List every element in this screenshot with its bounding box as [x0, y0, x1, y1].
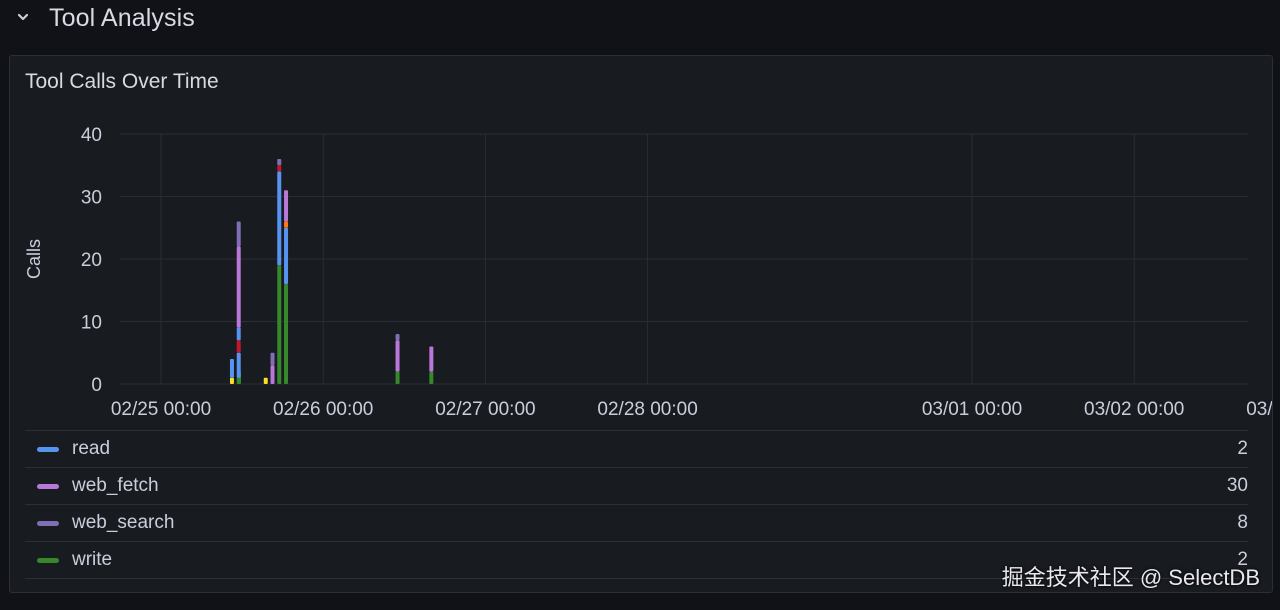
y-tick-label: 40 — [81, 125, 102, 146]
legend-item-read[interactable]: read 2 — [25, 430, 1248, 467]
bar-segment-web_search — [395, 334, 400, 341]
bar-segment-web_fetch — [395, 340, 400, 372]
row-header[interactable]: Tool Analysis — [0, 0, 1280, 38]
row-title: Tool Analysis — [49, 4, 195, 32]
bar-segment-web_fetch — [284, 190, 289, 222]
bar-segment-read — [284, 227, 289, 284]
bar-segment-write — [395, 371, 400, 384]
legend-series-value: 30 — [1226, 475, 1248, 496]
chevron-down-icon[interactable] — [14, 7, 32, 27]
x-tick-label: 03/03 00:00 — [1246, 399, 1272, 420]
bar-segment-web_search — [277, 159, 282, 166]
bar-segment-web_fetch — [236, 246, 241, 328]
legend-series-name: read — [72, 438, 111, 459]
bar-segment-other_yellow — [263, 377, 268, 384]
legend-swatch — [37, 483, 59, 489]
chart-panel: Tool Calls Over Time 0 10 20 30 40 02/25 00:0… — [9, 55, 1273, 593]
bar-segment-web_search — [270, 352, 275, 366]
y-axis-label: Calls — [24, 239, 44, 279]
bar-segment-web_search — [236, 221, 241, 247]
x-tick-label: 02/25 00:00 — [111, 399, 211, 420]
bar-segment-read — [277, 171, 282, 266]
bar-segment-read — [229, 359, 234, 378]
y-tick-label: 0 — [91, 375, 102, 396]
bar-segment-web_fetch — [429, 346, 434, 372]
legend-item-web-fetch[interactable]: web_fetch 30 — [25, 467, 1248, 504]
x-tick-label: 03/01 00:00 — [922, 399, 1022, 420]
bar-segment-write — [429, 371, 434, 384]
y-tick-label: 30 — [81, 188, 102, 209]
stacked-bar-chart: 0 10 20 30 40 02/25 00:00 02/26 00:00 02/27 00:… — [24, 125, 1272, 420]
legend-item-web-search[interactable]: web_search 8 — [25, 504, 1248, 541]
bar-segment-web_fetch — [270, 365, 275, 384]
legend: read 2 web_fetch 30 web_search 8 write 2 — [25, 430, 1248, 579]
bar-segment-other_red — [236, 340, 241, 353]
x-tick-label: 02/26 00:00 — [273, 399, 373, 420]
x-tick-label: 02/28 00:00 — [597, 399, 697, 420]
bar-segment-other_orange — [284, 221, 289, 228]
legend-swatch — [37, 446, 59, 452]
legend-swatch — [37, 520, 59, 526]
legend-series-value: 2 — [1237, 438, 1248, 459]
bar-segment-write — [277, 265, 282, 384]
legend-series-value: 8 — [1237, 512, 1248, 533]
legend-series-name: web_fetch — [72, 475, 159, 496]
bar-segment-other_yellow — [229, 377, 234, 384]
y-tick-label: 10 — [81, 313, 102, 334]
x-tick-label: 02/27 00:00 — [435, 399, 535, 420]
bar-segment-read — [236, 327, 241, 341]
bar-segment-read — [236, 352, 241, 378]
x-tick-label: 03/02 00:00 — [1084, 399, 1184, 420]
legend-swatch — [37, 557, 59, 563]
watermark: 掘金技术社区 @ SelectDB — [1001, 565, 1260, 590]
bar-segment-write — [284, 284, 289, 384]
bar-segment-other_red — [277, 165, 282, 172]
y-tick-label: 20 — [81, 250, 102, 271]
legend-series-name: write — [72, 549, 113, 570]
legend-series-name: web_search — [72, 512, 175, 533]
bar-segment-write — [236, 377, 241, 384]
